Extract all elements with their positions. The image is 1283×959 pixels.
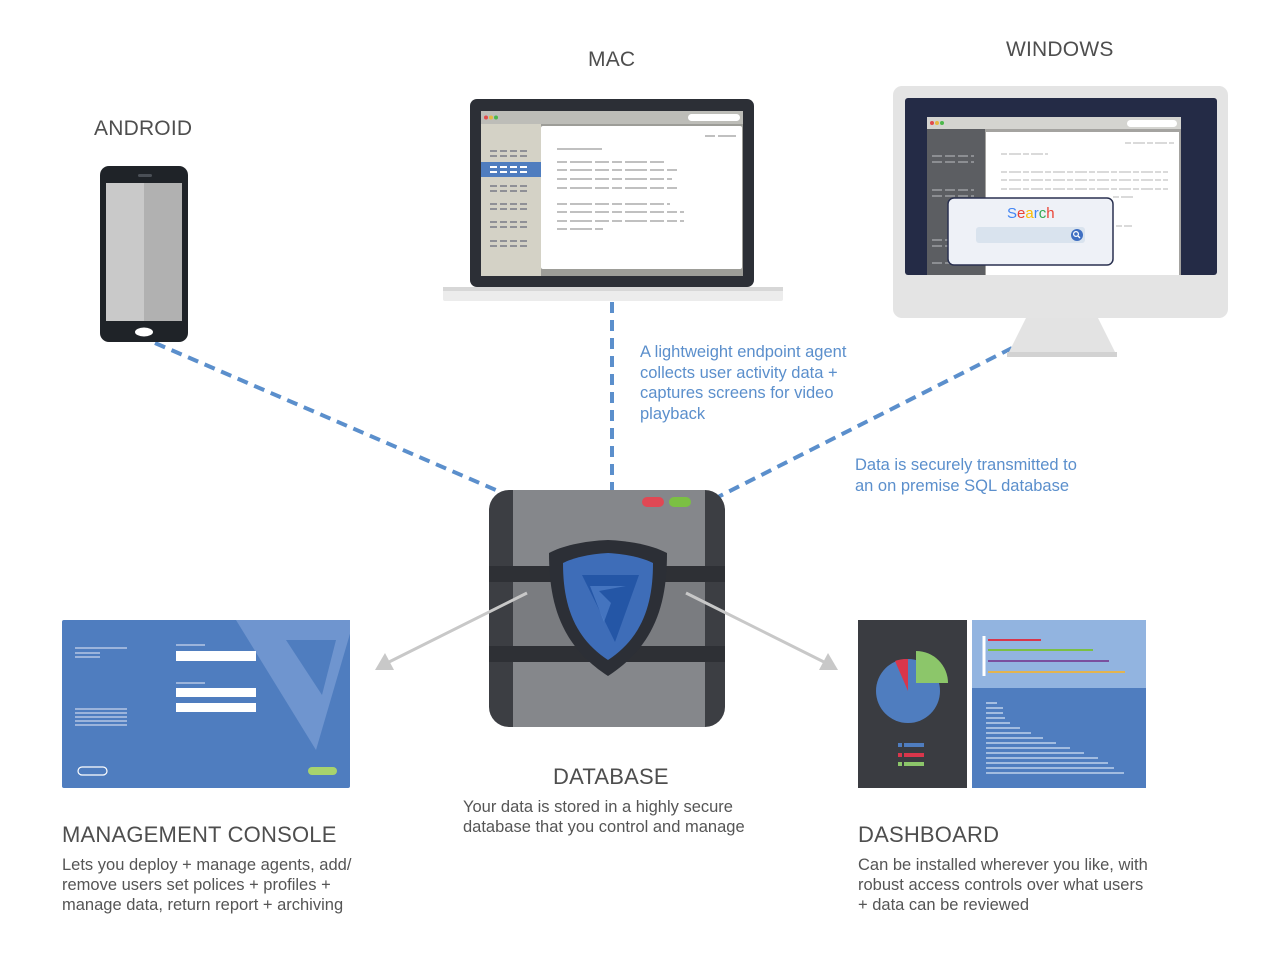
management-console-description: Lets you deploy + manage agents, add/ re… bbox=[62, 856, 352, 914]
transmit-note: Data is securely transmitted to an on pr… bbox=[855, 456, 1077, 495]
mac-laptop bbox=[443, 99, 783, 301]
agent-note: A lightweight endpoint agent collects us… bbox=[640, 343, 847, 423]
management-console-screen bbox=[62, 620, 350, 788]
search-label: Search bbox=[1007, 205, 1055, 222]
dashboard-screen bbox=[858, 620, 1146, 788]
windows-label: WINDOWS bbox=[1006, 38, 1114, 61]
mac-label: MAC bbox=[588, 48, 636, 71]
android-phone bbox=[100, 166, 188, 342]
database-title: DATABASE bbox=[553, 764, 669, 789]
management-console-title: MANAGEMENT CONSOLE bbox=[62, 822, 337, 847]
dashboard-title: DASHBOARD bbox=[858, 822, 1000, 847]
android-label: ANDROID bbox=[94, 117, 193, 140]
search-icon bbox=[1071, 229, 1083, 241]
database-description: Your data is stored in a highly secure d… bbox=[463, 798, 745, 836]
windows-monitor bbox=[893, 86, 1228, 357]
database-server bbox=[489, 490, 725, 727]
dashboard-description: Can be installed wherever you like, with… bbox=[858, 856, 1148, 914]
android-connector bbox=[154, 341, 513, 499]
